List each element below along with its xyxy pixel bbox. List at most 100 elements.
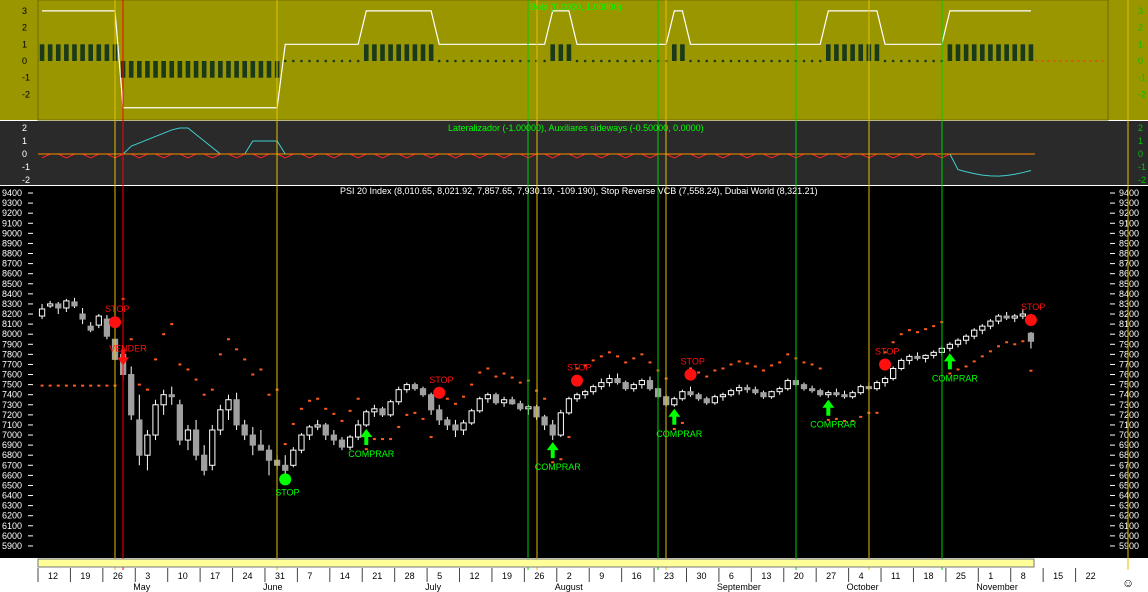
top-state-bar	[153, 61, 158, 78]
candle-body	[79, 313, 86, 320]
candle-body	[890, 367, 897, 380]
y-tick-label-right: 6400	[1119, 491, 1139, 501]
mid-y-tick-left: 0	[22, 149, 27, 159]
stop-dot	[389, 438, 393, 441]
y-tick-label-left: 7100	[2, 420, 22, 430]
stop-dot	[235, 348, 239, 351]
stop-dot	[324, 407, 328, 410]
stop-dot	[543, 397, 547, 400]
stop-dot	[462, 395, 466, 398]
x-day-label: 19	[502, 571, 512, 581]
top-state-bar	[193, 61, 199, 78]
top-state-bar	[137, 61, 142, 78]
candle-body	[144, 434, 151, 456]
stop-dot	[745, 362, 749, 365]
candle-body	[825, 392, 832, 396]
stop-dot	[988, 350, 992, 353]
candle-body	[590, 386, 597, 393]
candle-body	[881, 378, 889, 384]
top-y-tick-left: -2	[22, 89, 30, 99]
stop-dot	[64, 384, 68, 387]
top-flat-dot	[446, 59, 449, 63]
stop-dot	[470, 383, 474, 386]
top-flat-dot	[583, 59, 587, 63]
candle-body	[346, 436, 354, 448]
y-tick-label-left: 9300	[2, 198, 22, 208]
stop-dot	[607, 351, 611, 354]
candle-body	[468, 410, 475, 424]
candle-body	[752, 389, 759, 394]
y-tick-label-left: 8700	[2, 259, 22, 269]
stop-dot	[932, 325, 936, 328]
y-tick-label-left: 8800	[2, 249, 22, 259]
x-day-label: 17	[210, 571, 220, 581]
top-state-bar	[420, 44, 426, 61]
x-day-label: 9	[599, 571, 604, 581]
candle-body	[638, 380, 646, 386]
candle-body	[509, 399, 516, 405]
top-flat-dot	[745, 59, 749, 63]
stop-dot	[72, 384, 76, 387]
stop-dot	[316, 397, 320, 400]
top-state-bar	[380, 44, 385, 61]
x-month-label: July	[425, 582, 442, 592]
candle-body	[192, 429, 200, 456]
candle-body	[954, 339, 962, 345]
stop-label: STOP	[875, 347, 899, 357]
x-day-label: 31	[275, 571, 285, 581]
top-flat-dot	[356, 59, 360, 63]
top-flat-dot	[510, 59, 514, 63]
y-tick-label-left: 7600	[2, 370, 22, 380]
stop-marker-icon	[1024, 313, 1037, 326]
top-flat-dot	[624, 59, 627, 63]
candle-body	[833, 392, 840, 396]
top-flat-dot	[924, 59, 927, 63]
y-tick-label-right: 6200	[1119, 511, 1139, 521]
y-tick-label-right: 8500	[1119, 279, 1139, 289]
y-tick-label-left: 7200	[2, 410, 22, 420]
stop-label: STOP	[1021, 302, 1045, 312]
top-state-bar	[1004, 44, 1009, 61]
candle-body	[922, 354, 929, 359]
candle-body	[290, 449, 297, 466]
stop-marker-icon	[684, 368, 697, 381]
mid-y-tick-right: 0	[1138, 149, 1143, 159]
x-month-label: September	[717, 582, 761, 592]
candle-body	[630, 384, 637, 390]
candle-body	[808, 388, 816, 392]
stop-dot	[162, 333, 166, 336]
candle-body	[995, 315, 1002, 322]
stop-dot	[729, 363, 733, 366]
top-y-tick-right: 1	[1138, 39, 1143, 49]
stop-dot	[632, 357, 636, 360]
top-flat-dot	[713, 59, 717, 63]
candle-body	[233, 399, 240, 426]
stop-dot	[1029, 369, 1033, 372]
x-day-label: 26	[534, 571, 544, 581]
top-flat-dot	[632, 59, 636, 63]
top-flat-dot	[462, 59, 465, 63]
candle-body	[63, 300, 70, 309]
top-state-bar	[404, 44, 410, 61]
top-state-bar	[242, 61, 247, 78]
top-y-tick-right: 0	[1138, 56, 1143, 66]
candle-body	[687, 391, 694, 396]
candle-body	[1011, 315, 1018, 319]
smiley-icon[interactable]: ☺	[1122, 576, 1134, 590]
stop-dot	[56, 384, 60, 387]
stop-dot	[753, 365, 757, 368]
candle-body	[330, 434, 337, 441]
y-tick-label-right: 7200	[1119, 410, 1139, 420]
candle-body	[338, 439, 346, 448]
x-day-label: 10	[178, 571, 188, 581]
stop-dot	[283, 443, 287, 446]
top-state-bar	[177, 61, 183, 78]
y-tick-label-left: 6500	[2, 480, 22, 490]
top-flat-dot	[575, 59, 579, 63]
top-flat-dot	[778, 59, 781, 63]
candle-body	[711, 396, 718, 404]
candle-body	[817, 390, 824, 396]
stop-dot	[186, 368, 190, 371]
candle-body	[492, 394, 500, 404]
y-tick-label-left: 7400	[2, 390, 22, 400]
